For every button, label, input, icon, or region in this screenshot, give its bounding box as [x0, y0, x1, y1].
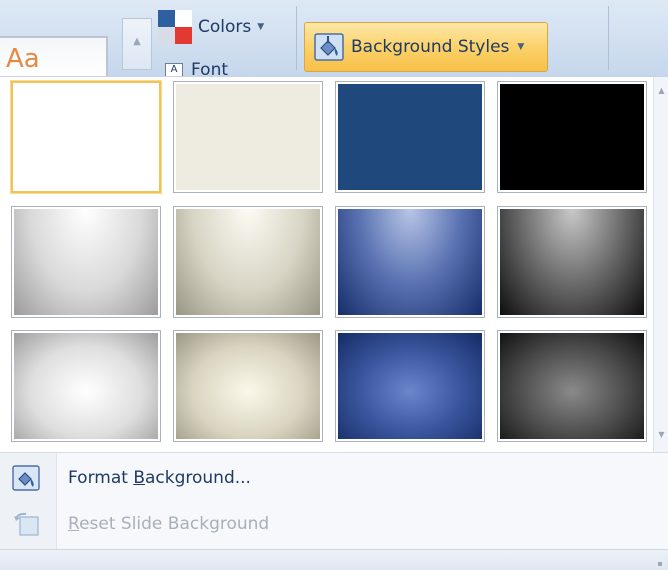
menu-resize-bar[interactable]: [0, 549, 668, 570]
background-style-swatch: [338, 333, 482, 439]
background-style-tile[interactable]: [11, 330, 161, 442]
ribbon-group-divider: [296, 6, 297, 70]
background-style-tile[interactable]: [335, 81, 485, 193]
background-style-swatch: [14, 84, 158, 190]
paint-bucket-icon: [10, 463, 42, 493]
resize-grip-icon[interactable]: [658, 562, 662, 566]
background-style-swatch: [176, 84, 320, 190]
background-style-tile[interactable]: [497, 330, 647, 442]
background-style-tile[interactable]: [335, 206, 485, 318]
ribbon-design-tab: Aa ▲ Colors ▼ A Font Background Styles ▼: [0, 0, 668, 80]
ribbon-group-divider: [608, 6, 609, 70]
background-style-swatch: [500, 333, 644, 439]
background-menu: Format Background... Reset Slide Backgro…: [0, 452, 668, 570]
background-style-tile[interactable]: [173, 206, 323, 318]
theme-preview-text: Aa: [6, 44, 40, 74]
background-style-tile[interactable]: [173, 330, 323, 442]
colors-button[interactable]: Colors ▼: [158, 10, 288, 44]
format-background-menu-item[interactable]: Format Background...: [0, 457, 668, 499]
background-style-tile[interactable]: [11, 206, 161, 318]
background-style-swatch: [338, 209, 482, 315]
theme-colors-icon: [158, 10, 192, 44]
theme-preview-thumbnail[interactable]: Aa: [0, 36, 108, 76]
background-styles-gallery: ▲ ▼: [0, 76, 668, 453]
paint-bucket-icon: [313, 32, 345, 62]
background-style-tile[interactable]: [497, 81, 647, 193]
background-styles-button[interactable]: Background Styles ▼: [304, 22, 548, 72]
scroll-down-icon[interactable]: ▼: [654, 427, 668, 443]
background-style-tile[interactable]: [10, 80, 162, 194]
background-style-swatch: [338, 84, 482, 190]
reset-slide-background-label: Reset Slide Background: [68, 514, 270, 534]
background-style-tile[interactable]: [335, 330, 485, 442]
colors-label: Colors: [198, 17, 252, 37]
format-background-label: Format Background...: [68, 468, 251, 488]
background-style-swatch: [176, 209, 320, 315]
background-style-swatch: [14, 333, 158, 439]
background-style-swatch: [500, 209, 644, 315]
chevron-down-icon: ▼: [257, 22, 265, 32]
background-style-tile[interactable]: [497, 206, 647, 318]
background-style-swatch: [500, 84, 644, 190]
theme-fonts-icon: A: [165, 63, 183, 77]
chevron-down-icon: ▼: [517, 42, 525, 52]
background-style-swatch: [176, 333, 320, 439]
background-styles-label: Background Styles: [351, 37, 510, 57]
themes-scroll-up-button[interactable]: ▲: [122, 18, 152, 70]
background-style-swatch: [14, 209, 158, 315]
scroll-up-icon[interactable]: ▲: [654, 83, 668, 99]
reset-background-icon: [10, 509, 42, 539]
background-style-tile[interactable]: [173, 81, 323, 193]
reset-slide-background-menu-item[interactable]: Reset Slide Background: [0, 503, 668, 545]
gallery-scrollbar[interactable]: ▲ ▼: [653, 77, 668, 453]
